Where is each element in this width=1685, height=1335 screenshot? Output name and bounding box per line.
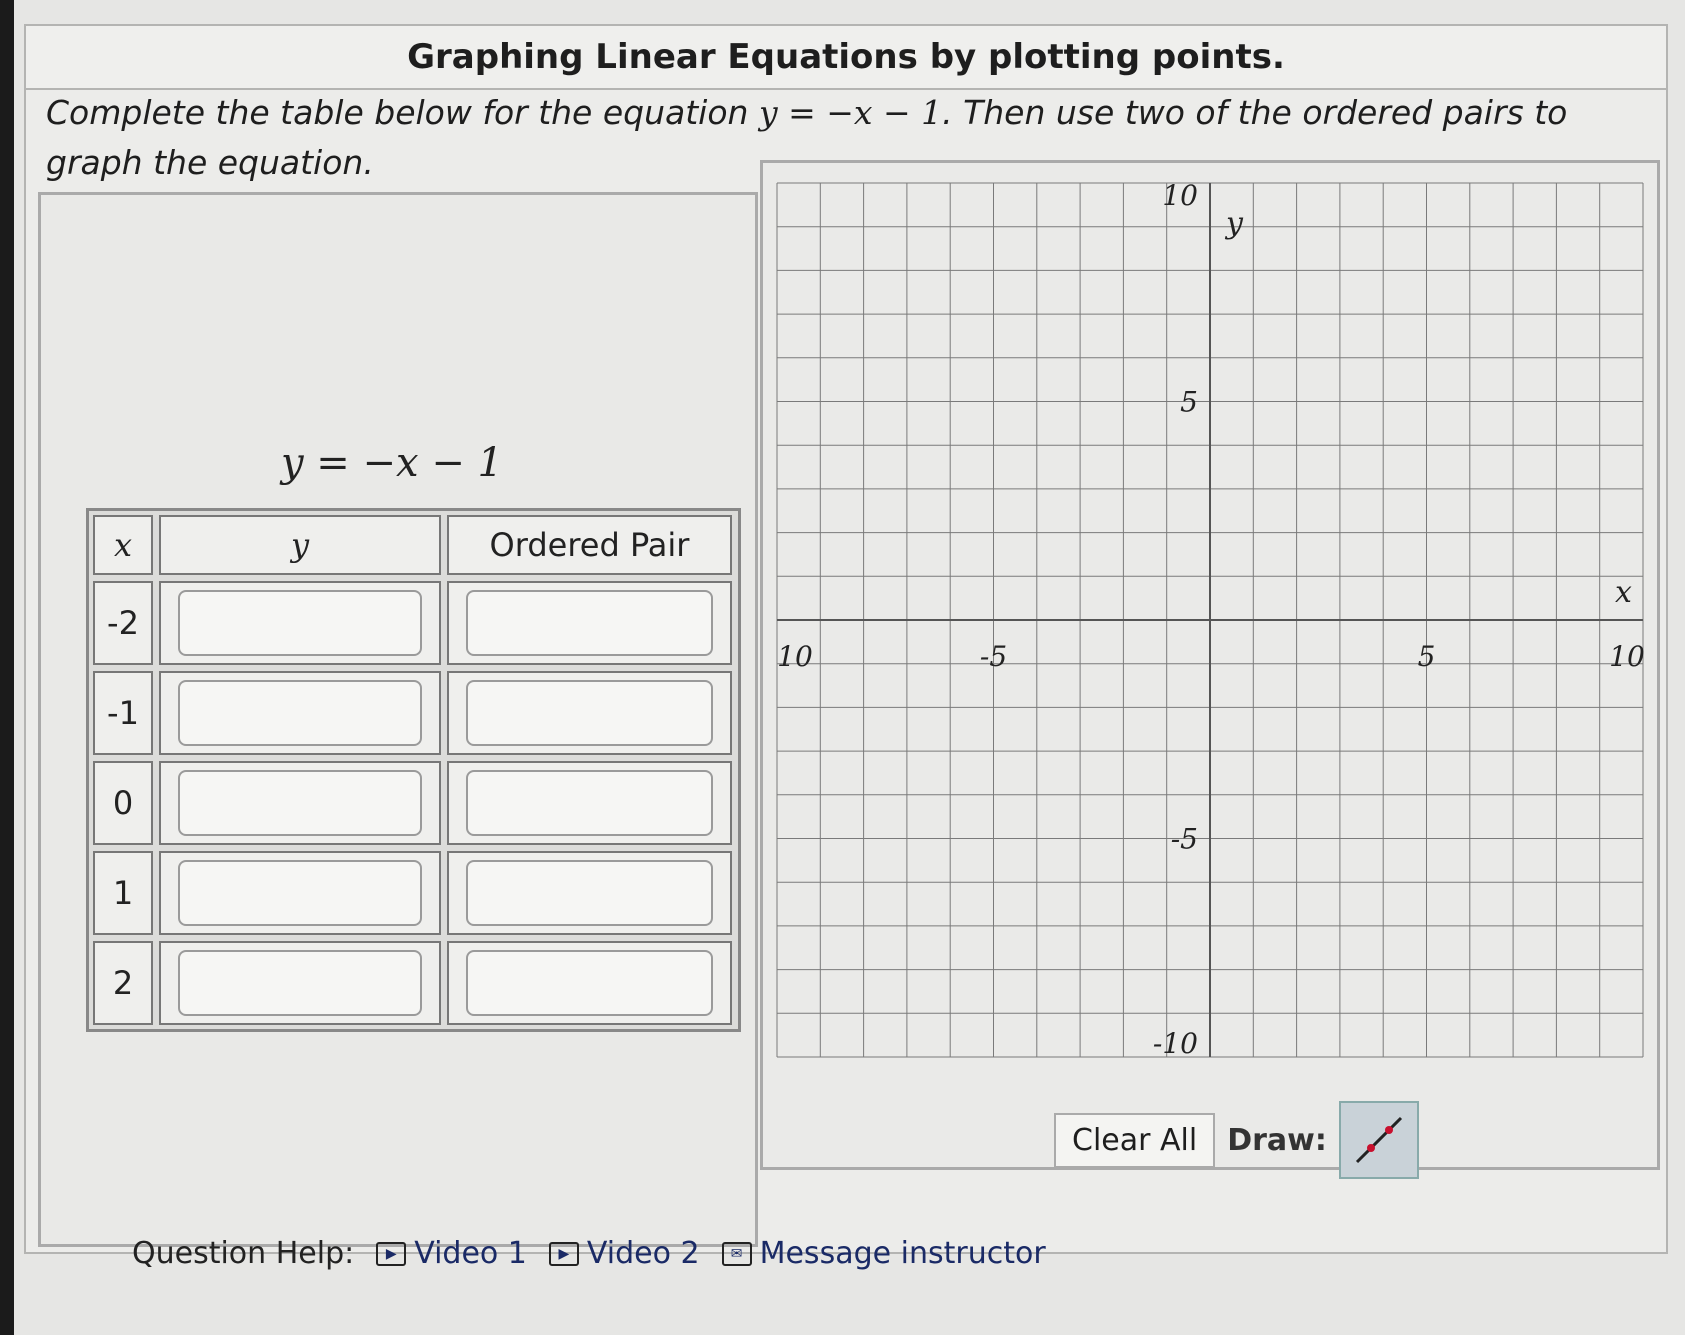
y-input[interactable] [177,680,423,746]
help-label: Question Help: [132,1236,355,1271]
y-cell [159,941,441,1025]
y-cell [159,761,441,845]
y-axis-label: y [1224,206,1244,241]
y-tick-label: 10 [1162,179,1198,212]
video-1-link[interactable]: ▶ Video 1 [376,1236,527,1271]
y-cell [159,671,441,755]
question-help: Question Help: ▶ Video 1 ▶ Video 2 ✉ Messag… [132,1236,1046,1271]
pair-cell [447,581,732,665]
header-y: y [159,515,441,575]
x-tick-label: 5 [1418,640,1436,673]
table-row: 0 [93,761,734,845]
table-row: 2 [93,941,734,1025]
message-instructor-label: Message instructor [759,1236,1046,1271]
table-row: -1 [93,671,734,755]
x-value: 1 [93,851,153,935]
y-input[interactable] [177,860,423,926]
y-tick-label: -10 [1153,1027,1198,1060]
video-2-label: Video 2 [586,1236,700,1271]
table-row: -2 [93,581,734,665]
video-1-label: Video 1 [414,1236,527,1271]
y-tick-label: -5 [1171,823,1198,856]
equation-display: y = −x − 1 [280,440,503,486]
y-cell [159,851,441,935]
line-tool-icon [1355,1116,1402,1164]
play-icon: ▶ [548,1241,579,1266]
table-header-row: x y Ordered Pair [93,515,734,575]
table-row: 1 [93,851,734,935]
page-title: Graphing Linear Equations by plotting po… [24,24,1668,90]
ordered-pair-input[interactable] [465,590,714,656]
value-table: x y Ordered Pair -2 -1 0 1 2 [86,508,741,1032]
graph-controls: Clear All Draw: [1054,1101,1419,1179]
y-input[interactable] [177,590,423,656]
x-tick-label: 10 [1609,640,1645,673]
y-input[interactable] [177,950,423,1016]
x-value: -1 [93,671,153,755]
draw-label: Draw: [1227,1122,1327,1158]
screen: Graphing Linear Equations by plotting po… [14,0,1685,1335]
mail-icon: ✉ [721,1241,752,1266]
x-value: 0 [93,761,153,845]
pair-cell [447,761,732,845]
message-instructor-link[interactable]: ✉ Message instructor [721,1236,1046,1271]
x-axis-label: x [1615,575,1632,610]
header-x: x [93,515,153,575]
y-input[interactable] [177,770,423,836]
pair-cell [447,851,732,935]
ordered-pair-input[interactable] [465,950,714,1016]
pair-cell [447,941,732,1025]
y-cell [159,581,441,665]
question-equation: y = −x − 1 [758,93,943,132]
line-tool-button[interactable] [1338,1101,1419,1179]
x-value: -2 [93,581,153,665]
ordered-pair-input[interactable] [465,680,714,746]
play-icon: ▶ [376,1241,407,1266]
pair-cell [447,671,732,755]
video-2-link[interactable]: ▶ Video 2 [548,1236,700,1271]
header-ordered-pair: Ordered Pair [447,515,732,575]
x-value: 2 [93,941,153,1025]
ordered-pair-input[interactable] [465,860,714,926]
question-prefix: Complete the table below for the equatio… [46,93,759,132]
graph-panel: 10 -5 5 10 10 5 -5 -10 x y [760,160,1660,1170]
ordered-pair-input[interactable] [465,770,714,836]
coordinate-grid[interactable]: 10 -5 5 10 10 5 -5 -10 x y [763,163,1657,1167]
x-tick-label: 10 [777,640,813,673]
clear-all-button[interactable]: Clear All [1054,1112,1216,1168]
x-tick-label: -5 [980,640,1007,673]
y-tick-label: 5 [1180,386,1198,419]
